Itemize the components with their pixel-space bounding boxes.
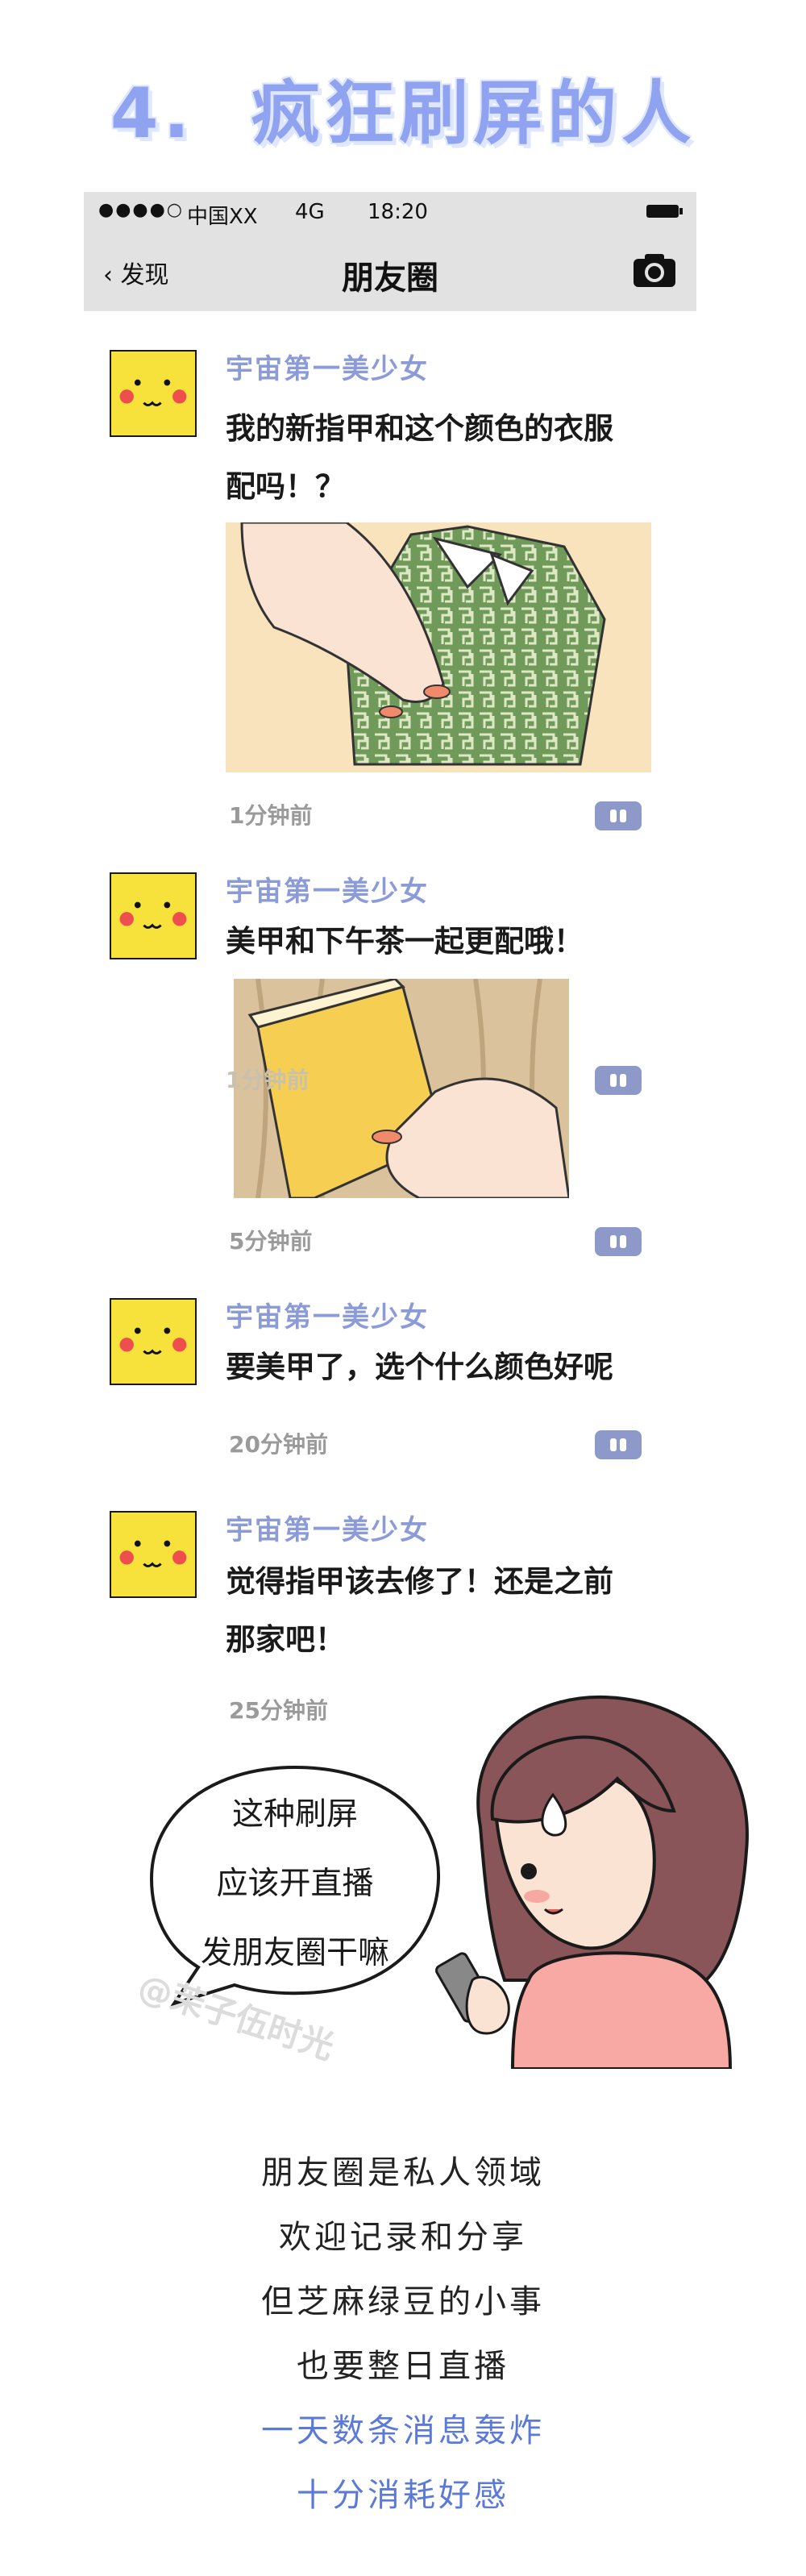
nav-bar: ‹ 发现 朋友圈 (84, 234, 696, 311)
avatar[interactable] (110, 1511, 197, 1598)
battery-icon (646, 205, 683, 218)
camera-icon[interactable] (632, 252, 677, 289)
post-text-line: 要美甲了，选个什么颜色好呢 (226, 1350, 613, 1384)
post-text-line: 那家吧！ (226, 1622, 345, 1657)
bubble-line: 这种刷屏 (231, 1796, 358, 1833)
ending-highlight-line: 十分消耗好感 (297, 2477, 509, 2514)
post (110, 1511, 197, 1598)
comment-button[interactable] (595, 1066, 642, 1095)
comment-button[interactable] (595, 801, 642, 830)
status-bar: ●●●●○ 中国XX 4G 18:20 (84, 192, 696, 234)
post-text-line: 我的新指甲和这个颜色的衣服 (226, 411, 613, 446)
post-author[interactable]: 宇宙第一美少女 (226, 869, 429, 909)
comment-button[interactable] (595, 1430, 642, 1459)
comment-button[interactable] (595, 1227, 642, 1256)
clock: 18:20 (368, 200, 428, 224)
ending-line: 但芝麻绿豆的小事 (261, 2283, 545, 2320)
post (110, 872, 197, 959)
girl-with-phone-illustration (435, 1695, 749, 2069)
post-text-line: 美甲和下午茶一起更配哦！ (226, 924, 584, 959)
ending-highlight-line: 一天数条消息轰炸 (261, 2412, 545, 2449)
post-image-nails-dress[interactable] (226, 522, 651, 772)
section-title: 4. 疯狂刷屏的人 (0, 56, 806, 157)
section-number: 4. (110, 73, 195, 154)
post-author[interactable]: 宇宙第一美少女 (226, 1295, 429, 1334)
section-title-text: 疯狂刷屏的人 (251, 73, 696, 154)
ending-line: 也要整日直播 (297, 2348, 509, 2385)
avatar[interactable] (110, 1298, 197, 1385)
carrier-label: 中国XX (187, 205, 258, 229)
post-author[interactable]: 宇宙第一美少女 (226, 347, 429, 386)
post-author[interactable]: 宇宙第一美少女 (226, 1508, 429, 1547)
post-timestamp: 20分钟前 (229, 1431, 328, 1458)
ending-line: 欢迎记录和分享 (279, 2219, 527, 2256)
post-text-line: 觉得指甲该去修了！还是之前 (226, 1564, 613, 1599)
post-timestamp: 25分钟前 (229, 1697, 328, 1724)
post-text-line: 配吗！？ (226, 469, 345, 504)
post-timestamp: 1分钟前 (229, 802, 313, 829)
post (110, 1298, 197, 1385)
post-timestamp: 5分钟前 (229, 1228, 313, 1255)
signal-icon: ●●●●○ (98, 200, 184, 220)
post (110, 350, 197, 437)
page-title: 朋友圈 (342, 260, 438, 297)
ending-line: 朋友圈是私人领域 (261, 2154, 545, 2191)
post-timestamp-overlay: 1分钟前 (226, 1067, 310, 1093)
network-label: 4G (295, 200, 325, 224)
avatar[interactable] (110, 350, 197, 437)
avatar[interactable] (110, 872, 197, 959)
bubble-line: 应该开直播 (216, 1866, 374, 1902)
